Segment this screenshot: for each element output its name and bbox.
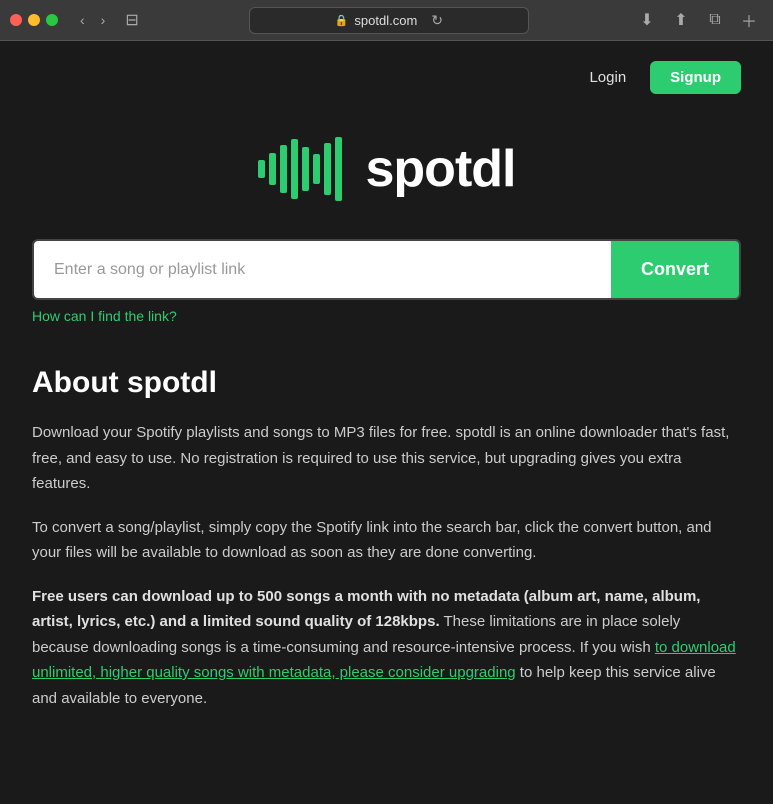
about-title: About spotdl xyxy=(32,366,741,400)
top-nav: Login Signup xyxy=(32,41,741,104)
logo-waveform xyxy=(258,134,348,204)
minimize-window-button[interactable] xyxy=(28,14,40,26)
address-bar[interactable]: 🔒 spotdl.com ↻ xyxy=(249,7,529,34)
url-text: spotdl.com xyxy=(354,13,417,28)
logo-text: spotdl xyxy=(366,139,516,199)
about-section: About spotdl Download your Spotify playl… xyxy=(32,366,741,711)
share-icon[interactable]: ⬆ xyxy=(667,6,695,34)
song-link-input[interactable] xyxy=(34,241,611,298)
search-bar: Convert xyxy=(32,239,741,300)
lock-icon: 🔒 xyxy=(335,14,349,27)
convert-button[interactable]: Convert xyxy=(611,241,739,298)
nav-buttons: ‹ › xyxy=(74,10,111,30)
close-window-button[interactable] xyxy=(10,14,22,26)
download-icon[interactable]: ⬇ xyxy=(633,6,661,34)
find-link-help[interactable]: How can I find the link? xyxy=(32,308,177,324)
waveform-svg xyxy=(258,134,348,204)
about-paragraph-1: Download your Spotify playlists and song… xyxy=(32,420,741,497)
logo-section: spotdl xyxy=(32,104,741,239)
browser-titlebar: ‹ › ⊟ 🔒 spotdl.com ↻ ⬇ ⬆ ⧉ ＋ xyxy=(0,0,773,40)
tab-icon[interactable]: ⧉ xyxy=(701,6,729,34)
forward-button[interactable]: › xyxy=(95,10,112,30)
about-paragraph-3: Free users can download up to 500 songs … xyxy=(32,584,741,712)
new-tab-icon[interactable]: ＋ xyxy=(735,6,763,34)
reload-icon[interactable]: ↻ xyxy=(431,12,443,29)
window-buttons xyxy=(10,14,58,26)
search-section: Convert How can I find the link? xyxy=(32,239,741,326)
maximize-window-button[interactable] xyxy=(46,14,58,26)
about-paragraph-2: To convert a song/playlist, simply copy … xyxy=(32,515,741,566)
browser-chrome: ‹ › ⊟ 🔒 spotdl.com ↻ ⬇ ⬆ ⧉ ＋ xyxy=(0,0,773,41)
page-content: Login Signup spotdl Convert How can I fi… xyxy=(0,41,773,769)
sidebar-button[interactable]: ⊟ xyxy=(119,8,144,32)
signup-button[interactable]: Signup xyxy=(650,61,741,94)
back-button[interactable]: ‹ xyxy=(74,10,91,30)
login-button[interactable]: Login xyxy=(577,63,638,92)
address-bar-container: 🔒 spotdl.com ↻ xyxy=(153,7,625,34)
toolbar-right: ⬇ ⬆ ⧉ ＋ xyxy=(633,6,763,34)
